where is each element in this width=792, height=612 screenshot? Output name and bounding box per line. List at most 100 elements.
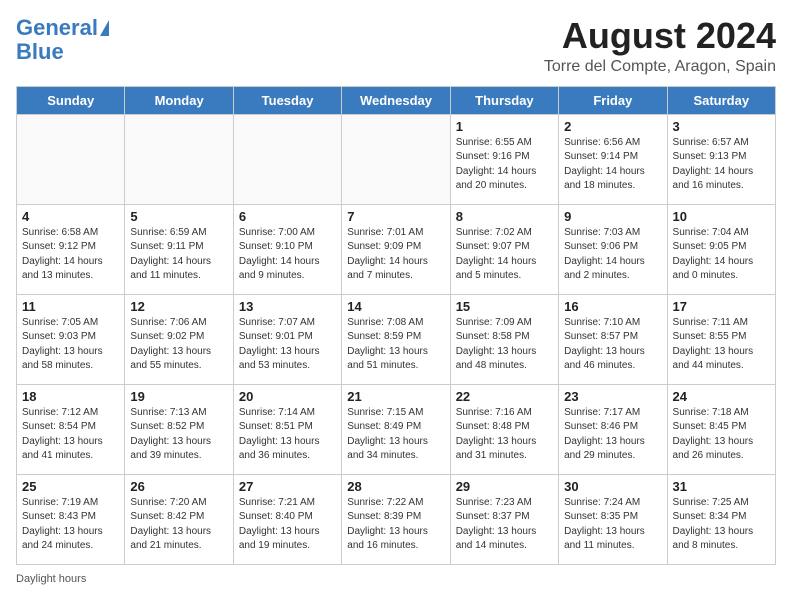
day-info: Sunrise: 7:11 AMSunset: 8:55 PMDaylight:… <box>673 316 770 374</box>
day-of-week-header: Sunday <box>17 86 125 114</box>
day-info: Sunrise: 7:13 AMSunset: 8:52 PMDaylight:… <box>130 406 227 464</box>
day-info: Sunrise: 7:00 AMSunset: 9:10 PMDaylight:… <box>239 226 336 284</box>
calendar-cell: 23Sunrise: 7:17 AMSunset: 8:46 PMDayligh… <box>559 384 667 474</box>
calendar-cell: 24 Sunrise: 7:18 AMSunset: 8:45 PMDayligh… <box>667 384 775 474</box>
day-of-week-header: Saturday <box>667 86 775 114</box>
day-number: 28 <box>347 479 444 494</box>
day-info: Sunrise: 7:19 AMSunset: 8:43 PMDaylight:… <box>22 496 119 554</box>
calendar-cell: 14 Sunrise: 7:08 AMSunset: 8:59 PMDayligh… <box>342 294 450 384</box>
day-info: Sunrise: 6:58 AMSunset: 9:12 PMDaylight:… <box>22 226 119 284</box>
day-of-week-header: Tuesday <box>233 86 341 114</box>
day-number: 13 <box>239 299 336 314</box>
day-info: Sunrise: 7:15 AMSunset: 8:49 PMDaylight:… <box>347 406 444 464</box>
day-info: Sunrise: 6:59 AMSunset: 9:11 PMDaylight:… <box>130 226 227 284</box>
day-number: 5 <box>130 209 227 224</box>
day-info: Sunrise: 7:10 AMSunset: 8:57 PMDaylight:… <box>564 316 661 374</box>
calendar-cell <box>125 114 233 204</box>
day-number: 9 <box>564 209 661 224</box>
calendar-cell: 3 Sunrise: 6:57 AMSunset: 9:13 PMDaylight… <box>667 114 775 204</box>
calendar-cell: 22 Sunrise: 7:16 AMSunset: 8:48 PMDayligh… <box>450 384 558 474</box>
day-number: 29 <box>456 479 553 494</box>
logo-triangle-icon <box>100 20 109 36</box>
calendar-cell: 5 Sunrise: 6:59 AMSunset: 9:11 PMDaylight… <box>125 204 233 294</box>
day-info: Sunrise: 7:02 AMSunset: 9:07 PMDaylight:… <box>456 226 553 284</box>
calendar-cell: 7 Sunrise: 7:01 AMSunset: 9:09 PMDaylight… <box>342 204 450 294</box>
day-number: 27 <box>239 479 336 494</box>
logo-blue-text: Blue <box>16 40 64 64</box>
day-info: Sunrise: 7:04 AMSunset: 9:05 PMDaylight:… <box>673 226 770 284</box>
calendar-cell <box>342 114 450 204</box>
day-number: 14 <box>347 299 444 314</box>
calendar-cell: 26Sunrise: 7:20 AMSunset: 8:42 PMDayligh… <box>125 474 233 564</box>
calendar-cell: 4 Sunrise: 6:58 AMSunset: 9:12 PMDaylight… <box>17 204 125 294</box>
calendar-cell: 11Sunrise: 7:05 AMSunset: 9:03 PMDayligh… <box>17 294 125 384</box>
day-number: 15 <box>456 299 553 314</box>
calendar-cell: 28 Sunrise: 7:22 AMSunset: 8:39 PMDayligh… <box>342 474 450 564</box>
footer-note: Daylight hours <box>16 573 776 585</box>
day-info: Sunrise: 7:21 AMSunset: 8:40 PMDaylight:… <box>239 496 336 554</box>
calendar-cell <box>17 114 125 204</box>
header: General Blue August 2024 Torre del Compt… <box>16 16 776 76</box>
calendar-cell <box>233 114 341 204</box>
day-info: Sunrise: 6:56 AMSunset: 9:14 PMDaylight:… <box>564 136 661 194</box>
calendar-cell: 2 Sunrise: 6:56 AMSunset: 9:14 PMDaylight… <box>559 114 667 204</box>
day-number: 18 <box>22 389 119 404</box>
day-number: 3 <box>673 119 770 134</box>
day-number: 31 <box>673 479 770 494</box>
logo-text: General <box>16 16 98 40</box>
day-number: 4 <box>22 209 119 224</box>
calendar-cell: 9Sunrise: 7:03 AMSunset: 9:06 PMDaylight… <box>559 204 667 294</box>
day-info: Sunrise: 7:06 AMSunset: 9:02 PMDaylight:… <box>130 316 227 374</box>
day-number: 2 <box>564 119 661 134</box>
day-number: 7 <box>347 209 444 224</box>
day-number: 22 <box>456 389 553 404</box>
day-number: 19 <box>130 389 227 404</box>
calendar-cell: 12 Sunrise: 7:06 AMSunset: 9:02 PMDayligh… <box>125 294 233 384</box>
day-of-week-header: Monday <box>125 86 233 114</box>
day-info: Sunrise: 7:18 AMSunset: 8:45 PMDaylight:… <box>673 406 770 464</box>
day-number: 21 <box>347 389 444 404</box>
calendar-cell: 31 Sunrise: 7:25 AMSunset: 8:34 PMDayligh… <box>667 474 775 564</box>
calendar-cell: 15 Sunrise: 7:09 AMSunset: 8:58 PMDayligh… <box>450 294 558 384</box>
calendar-cell: 8 Sunrise: 7:02 AMSunset: 9:07 PMDaylight… <box>450 204 558 294</box>
day-info: Sunrise: 6:55 AMSunset: 9:16 PMDaylight:… <box>456 136 553 194</box>
calendar-cell: 27 Sunrise: 7:21 AMSunset: 8:40 PMDayligh… <box>233 474 341 564</box>
day-number: 12 <box>130 299 227 314</box>
day-number: 8 <box>456 209 553 224</box>
day-number: 16 <box>564 299 661 314</box>
calendar-cell: 29 Sunrise: 7:23 AMSunset: 8:37 PMDayligh… <box>450 474 558 564</box>
day-of-week-header: Wednesday <box>342 86 450 114</box>
day-info: Sunrise: 7:24 AMSunset: 8:35 PMDaylight:… <box>564 496 661 554</box>
calendar-table: SundayMondayTuesdayWednesdayThursdayFrid… <box>16 86 776 565</box>
title-block: August 2024 Torre del Compte, Aragon, Sp… <box>544 16 776 76</box>
calendar-cell: 13 Sunrise: 7:07 AMSunset: 9:01 PMDayligh… <box>233 294 341 384</box>
day-number: 6 <box>239 209 336 224</box>
day-info: Sunrise: 7:23 AMSunset: 8:37 PMDaylight:… <box>456 496 553 554</box>
day-info: Sunrise: 7:08 AMSunset: 8:59 PMDaylight:… <box>347 316 444 374</box>
day-number: 17 <box>673 299 770 314</box>
calendar-cell: 10Sunrise: 7:04 AMSunset: 9:05 PMDayligh… <box>667 204 775 294</box>
calendar-cell: 21 Sunrise: 7:15 AMSunset: 8:49 PMDayligh… <box>342 384 450 474</box>
calendar-cell: 1Sunrise: 6:55 AMSunset: 9:16 PMDaylight… <box>450 114 558 204</box>
calendar-cell: 16 Sunrise: 7:10 AMSunset: 8:57 PMDayligh… <box>559 294 667 384</box>
day-of-week-header: Thursday <box>450 86 558 114</box>
calendar-cell: 19 Sunrise: 7:13 AMSunset: 8:52 PMDayligh… <box>125 384 233 474</box>
calendar-cell: 25 Sunrise: 7:19 AMSunset: 8:43 PMDayligh… <box>17 474 125 564</box>
main-title: August 2024 <box>544 16 776 56</box>
day-info: Sunrise: 7:01 AMSunset: 9:09 PMDaylight:… <box>347 226 444 284</box>
day-info: Sunrise: 7:09 AMSunset: 8:58 PMDaylight:… <box>456 316 553 374</box>
calendar-cell: 17 Sunrise: 7:11 AMSunset: 8:55 PMDayligh… <box>667 294 775 384</box>
subtitle: Torre del Compte, Aragon, Spain <box>544 58 776 76</box>
day-number: 25 <box>22 479 119 494</box>
day-number: 23 <box>564 389 661 404</box>
day-info: Sunrise: 7:16 AMSunset: 8:48 PMDaylight:… <box>456 406 553 464</box>
day-info: Sunrise: 7:07 AMSunset: 9:01 PMDaylight:… <box>239 316 336 374</box>
daylight-hours-label: Daylight hours <box>16 573 86 585</box>
day-info: Sunrise: 7:22 AMSunset: 8:39 PMDaylight:… <box>347 496 444 554</box>
day-info: Sunrise: 7:12 AMSunset: 8:54 PMDaylight:… <box>22 406 119 464</box>
day-number: 20 <box>239 389 336 404</box>
day-info: Sunrise: 7:25 AMSunset: 8:34 PMDaylight:… <box>673 496 770 554</box>
day-number: 11 <box>22 299 119 314</box>
day-number: 24 <box>673 389 770 404</box>
day-info: Sunrise: 6:57 AMSunset: 9:13 PMDaylight:… <box>673 136 770 194</box>
